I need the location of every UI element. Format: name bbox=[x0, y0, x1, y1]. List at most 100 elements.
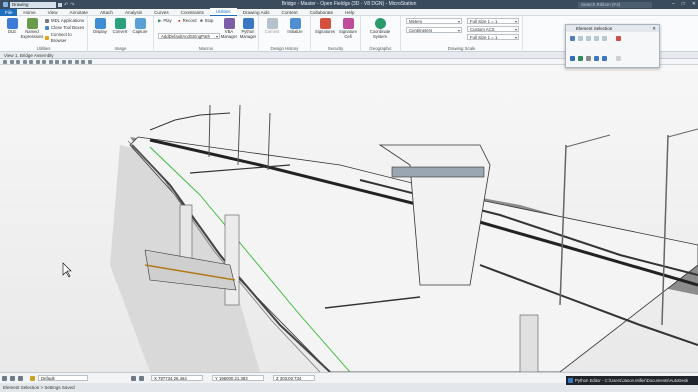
view-tool-icon[interactable] bbox=[74, 59, 79, 64]
view-tool-icon[interactable] bbox=[42, 59, 46, 64]
view-tool-icon[interactable] bbox=[48, 59, 53, 64]
drawing-scale-select[interactable]: Full Size 1 = 1 bbox=[467, 34, 519, 40]
select-line-icon[interactable] bbox=[594, 36, 599, 41]
view-tool-icon[interactable] bbox=[35, 59, 40, 64]
master-units-select[interactable]: Meters bbox=[406, 18, 462, 24]
lock-icon[interactable] bbox=[18, 375, 23, 381]
browser-icon bbox=[45, 36, 49, 40]
signature-cell-button[interactable]: Signature Cell bbox=[337, 18, 359, 39]
view-1-canvas[interactable] bbox=[0, 65, 698, 372]
tab-view[interactable]: View bbox=[42, 9, 64, 16]
dialog-title-bar[interactable]: Element Selection ✕ bbox=[566, 25, 659, 32]
macro-selector[interactable]: AddDefaultAndStringPath bbox=[158, 33, 220, 39]
quick-access-toolbar: Drawing ↶ ↷ bbox=[0, 1, 74, 8]
bridge-model bbox=[62, 104, 698, 372]
tab-help[interactable]: Help bbox=[339, 9, 360, 16]
select-mode-icon[interactable] bbox=[602, 36, 607, 41]
group-label: Image bbox=[114, 46, 127, 51]
acs-select[interactable]: Custom ACS bbox=[467, 26, 519, 32]
close-tool-boxes-button[interactable]: Close Tool Boxes bbox=[45, 25, 84, 31]
add-select-icon[interactable] bbox=[578, 56, 583, 61]
group-label: Utilities bbox=[36, 46, 51, 51]
view-tool-icon[interactable] bbox=[55, 59, 59, 64]
view-tool-icon[interactable] bbox=[81, 59, 85, 64]
initialize-icon bbox=[289, 18, 301, 29]
convert-button[interactable]: Convert bbox=[109, 18, 131, 35]
select-shape-icon[interactable] bbox=[586, 36, 591, 41]
tab-drawing-aids[interactable]: Drawing Aids bbox=[237, 9, 276, 16]
tab-annotate[interactable]: Annotate bbox=[64, 9, 94, 16]
tab-analysis[interactable]: Analysis bbox=[119, 9, 148, 16]
python-manager-button[interactable]: Python Manager bbox=[237, 18, 259, 39]
sub-units-select[interactable]: Centimeters bbox=[406, 27, 462, 33]
tab-home[interactable]: Home bbox=[17, 9, 41, 16]
distant-lights bbox=[149, 112, 231, 131]
view-tool-icon[interactable] bbox=[16, 59, 20, 64]
tab-curves[interactable]: Curves bbox=[148, 9, 175, 16]
python-icon bbox=[242, 18, 254, 29]
named-expressions-icon bbox=[26, 18, 38, 29]
mdl-applications-button[interactable]: MDL Applications bbox=[45, 18, 84, 24]
view-tool-icon[interactable] bbox=[3, 59, 7, 64]
python-icon bbox=[568, 378, 573, 383]
close-button[interactable]: ✕ bbox=[692, 0, 696, 9]
clear-select-icon[interactable] bbox=[602, 56, 607, 61]
more-options-icon[interactable] bbox=[616, 56, 621, 61]
view-tool-icon[interactable] bbox=[61, 59, 66, 64]
display-button[interactable]: Display bbox=[89, 18, 111, 35]
snap-icon[interactable] bbox=[10, 375, 15, 381]
element-selection-dialog: Element Selection ✕ bbox=[565, 24, 660, 68]
app-logo-icon[interactable] bbox=[3, 2, 8, 7]
maximize-button[interactable]: □ bbox=[682, 0, 685, 9]
view-tool-icon[interactable] bbox=[87, 59, 92, 64]
view-tool-icon[interactable] bbox=[22, 59, 27, 64]
view-tool-icon[interactable] bbox=[29, 59, 33, 64]
python-editor-notification[interactable]: Python Editor - C:\Users\Jason.Miller\Do… bbox=[566, 376, 698, 385]
group-label: Drawing Scale bbox=[447, 46, 476, 51]
play-button[interactable]: ▶ Play bbox=[158, 18, 172, 24]
single-select-icon[interactable] bbox=[570, 56, 575, 61]
toolbox-icon bbox=[45, 26, 49, 30]
signatures-button[interactable]: Signatures bbox=[313, 18, 337, 35]
tab-attach[interactable]: Attach bbox=[94, 9, 119, 16]
select-all-icon[interactable] bbox=[616, 36, 621, 41]
weight-icon[interactable] bbox=[139, 375, 144, 381]
coordinate-system-button[interactable]: Coordinate System bbox=[365, 18, 395, 39]
initialize-button[interactable]: Initialize bbox=[284, 18, 306, 35]
select-arrow-icon[interactable] bbox=[570, 36, 575, 41]
dialog-close-button[interactable]: ✕ bbox=[652, 25, 656, 32]
color-icon[interactable] bbox=[131, 375, 136, 381]
signature-cell-icon bbox=[342, 18, 354, 29]
invert-select-icon[interactable] bbox=[594, 56, 599, 61]
save-icon[interactable] bbox=[58, 2, 62, 7]
select-box-icon[interactable] bbox=[578, 36, 583, 41]
group-drawing-scale: Meters Centimeters Full Size 1 = 1 Custo… bbox=[401, 16, 523, 52]
search-ribbon-input[interactable]: Search Ribbon (F4) bbox=[578, 1, 652, 8]
capture-button[interactable]: Capture bbox=[129, 18, 151, 35]
view-tool-icon[interactable] bbox=[9, 59, 14, 64]
tab-utilities[interactable]: Utilities bbox=[209, 8, 237, 16]
tab-content[interactable]: Content bbox=[276, 9, 304, 16]
tab-collaborate[interactable]: Collaborate bbox=[304, 9, 340, 16]
redo-icon[interactable]: ↷ bbox=[70, 2, 74, 8]
commit-button[interactable]: Commit bbox=[261, 18, 283, 35]
lamp-arm bbox=[565, 134, 611, 148]
group-label: Design History bbox=[270, 46, 299, 51]
booth-window bbox=[391, 166, 485, 178]
active-level-select[interactable]: Default bbox=[38, 375, 88, 381]
globe-icon bbox=[374, 18, 386, 29]
named-expressions-button[interactable]: Named Expressions bbox=[20, 18, 44, 39]
tab-file[interactable]: File bbox=[0, 8, 18, 16]
subtract-select-icon[interactable] bbox=[586, 56, 591, 61]
record-button[interactable]: ● Record bbox=[178, 18, 196, 24]
stop-button[interactable]: ■ Stop bbox=[200, 18, 213, 24]
accudraw-icon[interactable] bbox=[2, 375, 7, 381]
view-tool-icon[interactable] bbox=[68, 59, 72, 64]
undo-icon[interactable]: ↶ bbox=[64, 2, 68, 8]
connect-to-browser-button[interactable]: Connect to Browser bbox=[45, 32, 87, 44]
workspace-selector[interactable]: Drawing bbox=[10, 1, 56, 8]
annotation-scale-select[interactable]: Full Size 1 = 1 bbox=[467, 18, 519, 24]
minimize-button[interactable]: – bbox=[672, 0, 675, 9]
vba-icon bbox=[223, 18, 235, 29]
tab-constraints[interactable]: Constraints bbox=[175, 9, 210, 16]
